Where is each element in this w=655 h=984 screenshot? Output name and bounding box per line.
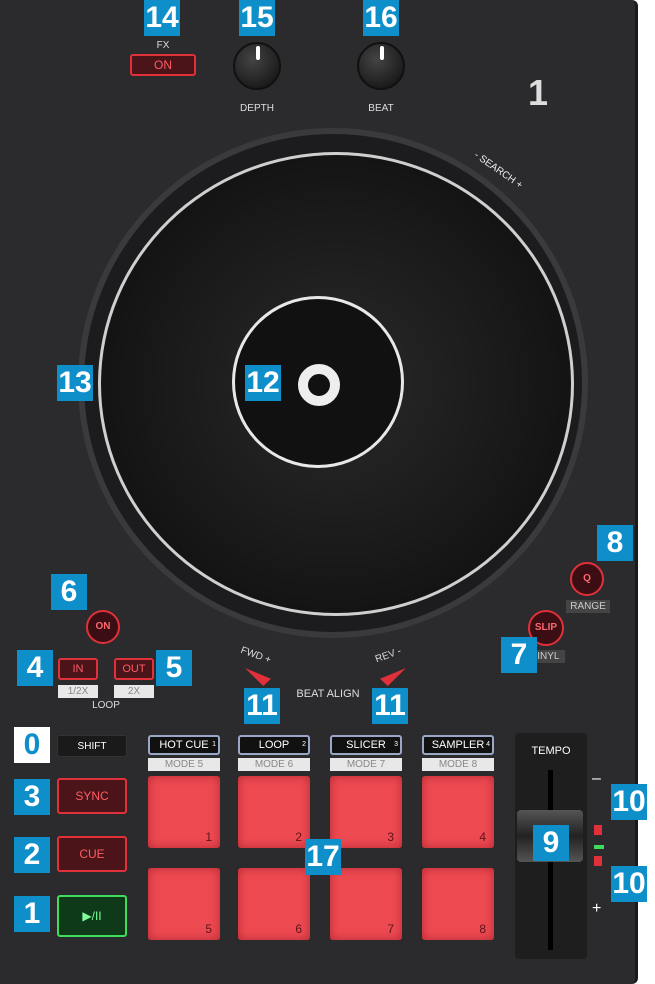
callout-9: 9 [533,825,569,861]
tempo-led-down-icon [594,856,602,866]
beat-align-title: BEAT ALIGN [296,688,360,700]
pad-2[interactable]: 2 [238,776,310,848]
callout-2: 2 [14,837,50,873]
callout-14: 14 [144,0,180,36]
loop-mode-button[interactable]: LOOP 2 [238,735,310,755]
callout-4: 4 [17,650,53,686]
beat-knob[interactable] [357,42,405,90]
quant-button[interactable]: Q [570,562,604,596]
pad-6[interactable]: 6 [238,868,310,940]
callout-17: 17 [305,839,341,875]
pad-1[interactable]: 1 [148,776,220,848]
pad-7[interactable]: 7 [330,868,402,940]
double-loop-label: 2X [114,685,154,698]
loop-title: LOOP [92,700,120,711]
depth-label: DEPTH [240,103,274,114]
mode-6-label: MODE 6 [238,758,310,771]
sampler-mode-button[interactable]: SAMPLER 4 [422,735,494,755]
cue-button[interactable]: CUE [57,836,127,872]
callout-1: 1 [14,896,50,932]
mode-8-label: MODE 8 [422,758,494,771]
callout-7: 7 [501,637,537,673]
half-loop-label: 1/2X [58,685,98,698]
depth-knob[interactable] [233,42,281,90]
callout-0: 0 [14,727,50,763]
pad-4[interactable]: 4 [422,776,494,848]
sync-button[interactable]: SYNC [57,778,127,814]
callout-16: 16 [363,0,399,36]
tempo-minus: – [592,770,601,787]
pad-8[interactable]: 8 [422,868,494,940]
callout-10-bottom: 10 [611,866,647,902]
beat-label: BEAT [368,103,394,114]
callout-10-top: 10 [611,784,647,820]
hot-cue-mode-button[interactable]: HOT CUE 1 [148,735,220,755]
callout-5: 5 [156,650,192,686]
tempo-plus: + [592,900,602,917]
mode-7-label: MODE 7 [330,758,402,771]
deck-number: 1 [528,72,549,113]
tempo-led-up-icon [594,825,602,835]
callout-6: 6 [51,574,87,610]
callout-11-fwd: 11 [244,688,280,724]
brand-logo-icon [298,364,340,406]
fx-label: FX [156,40,170,51]
callout-12: 12 [245,365,281,401]
tempo-led-center-icon [594,845,604,849]
play-pause-button[interactable]: ▶/II [57,895,127,937]
fx-on-button[interactable]: ON [130,54,196,76]
loop-out-button[interactable]: OUT [114,658,154,680]
pad-3[interactable]: 3 [330,776,402,848]
loop-on-button[interactable]: ON [86,610,120,644]
shift-button[interactable]: SHIFT [57,735,127,757]
callout-15: 15 [239,0,275,36]
tempo-label: TEMPO [531,745,571,757]
pad-5[interactable]: 5 [148,868,220,940]
slicer-mode-button[interactable]: SLICER 3 [330,735,402,755]
callout-13: 13 [57,365,93,401]
range-label: RANGE [566,600,610,613]
callout-8: 8 [597,525,633,561]
mode-5-label: MODE 5 [148,758,220,771]
callout-11-rev: 11 [372,688,408,724]
loop-in-button[interactable]: IN [58,658,98,680]
callout-3: 3 [14,779,50,815]
